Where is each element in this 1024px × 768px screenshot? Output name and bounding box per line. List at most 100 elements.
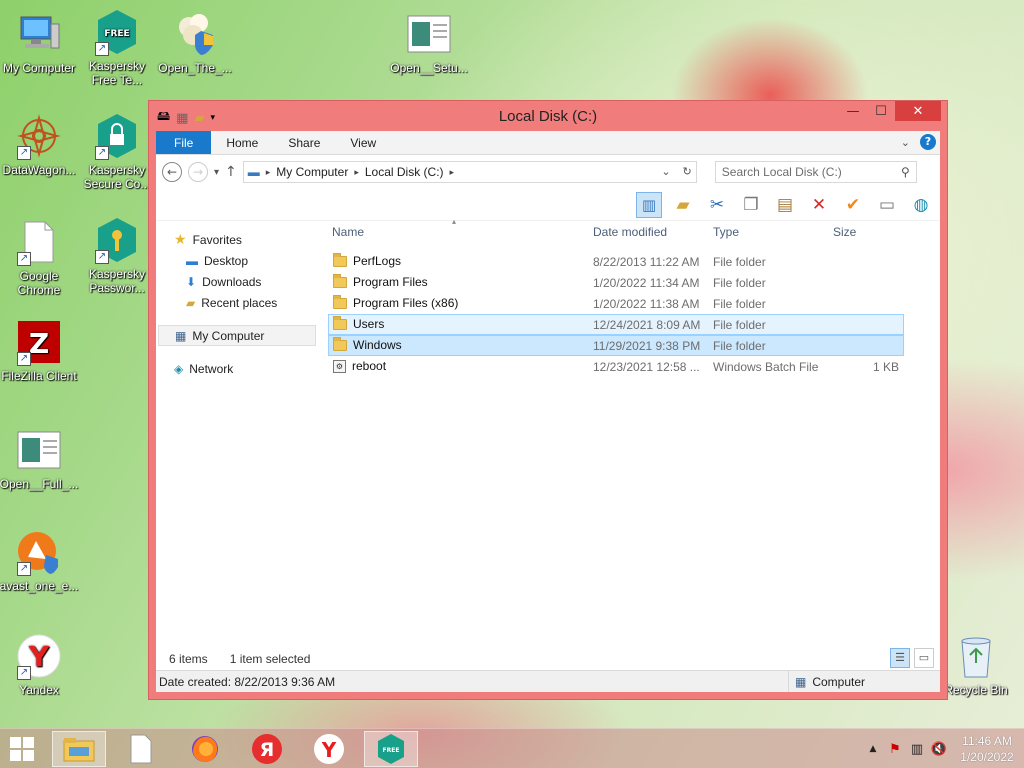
- desktop-icon-label: Open__Setu...: [390, 61, 468, 75]
- tab-share[interactable]: Share: [273, 131, 335, 154]
- file-row-selected[interactable]: Windows 11/29/2021 9:38 PM File folder: [328, 335, 904, 356]
- minimize-button[interactable]: —: [839, 101, 867, 121]
- column-type[interactable]: Type: [713, 225, 739, 239]
- column-headers: ▴ Name Date modified Type Size: [328, 217, 940, 245]
- file-row[interactable]: ⚙ reboot 12/23/2021 12:58 ... Windows Bat…: [328, 356, 904, 377]
- show-hidden-icons-button[interactable]: ▲: [862, 744, 884, 754]
- popcorn-shield-icon: [171, 10, 219, 58]
- paste-button[interactable]: ▤: [772, 192, 798, 218]
- layout-icon: ▥: [641, 195, 657, 214]
- expand-ribbon-icon[interactable]: ⌄: [901, 136, 910, 149]
- desktop-icon-yandex[interactable]: Y ↗ Yandex: [0, 632, 81, 697]
- desktop-icon-open-the[interactable]: Open_The_...: [153, 10, 237, 75]
- file-row[interactable]: Program Files (x86) 1/20/2022 11:38 AM F…: [328, 293, 904, 314]
- tab-file[interactable]: File: [156, 131, 212, 154]
- avast-icon: ↗: [15, 528, 63, 576]
- document-image-icon: [15, 426, 63, 474]
- search-placeholder: Search Local Disk (C:): [721, 165, 842, 179]
- file-row[interactable]: PerfLogs 8/22/2013 11:22 AM File folder: [328, 251, 904, 272]
- taskbar-yandex-browser[interactable]: Я: [240, 731, 294, 767]
- taskbar-firefox[interactable]: [178, 731, 232, 767]
- address-history-icon[interactable]: ⌄: [661, 165, 670, 178]
- taskbar-file-explorer[interactable]: [52, 731, 106, 767]
- kaspersky-vpn-icon: ↗: [93, 112, 141, 160]
- delete-button[interactable]: ✕: [806, 192, 832, 218]
- tab-home[interactable]: Home: [211, 131, 273, 154]
- cut-button[interactable]: ✂: [704, 192, 730, 218]
- taskbar-kaspersky[interactable]: FREE: [364, 731, 418, 767]
- batch-file-icon: ⚙: [333, 359, 346, 373]
- search-input[interactable]: Search Local Disk (C:) ⚲: [714, 161, 917, 183]
- nav-recent-places[interactable]: ▰ Recent places: [156, 292, 326, 313]
- start-button[interactable]: [0, 731, 48, 767]
- help-icon[interactable]: ?: [920, 134, 936, 150]
- nav-my-computer[interactable]: ▦ My Computer: [158, 325, 316, 346]
- forward-button[interactable]: →: [188, 162, 208, 182]
- desktop-icon-open-full[interactable]: Open__Full_...: [0, 426, 81, 491]
- downloads-icon: ⬇: [186, 274, 197, 289]
- select-button[interactable]: ✔: [840, 192, 866, 218]
- nav-network[interactable]: ◈ Network: [156, 358, 326, 379]
- clipboard-icon: ▤: [776, 194, 794, 215]
- column-name[interactable]: Name: [332, 225, 364, 239]
- yandex-icon: Y ↗: [15, 632, 63, 680]
- desktop-icon-open-setup[interactable]: Open__Setu...: [387, 10, 471, 75]
- large-icons-view-button[interactable]: ▭: [914, 648, 934, 668]
- close-button[interactable]: ✕: [895, 101, 941, 121]
- rename-button[interactable]: ▭: [874, 192, 900, 218]
- desktop-icon-avast[interactable]: ↗ avast_one_e...: [0, 528, 81, 593]
- volume-muted-icon[interactable]: 🔇: [928, 742, 950, 757]
- column-date-modified[interactable]: Date modified: [593, 225, 667, 239]
- breadcrumb-my-computer[interactable]: My Computer: [276, 165, 348, 179]
- internet-button[interactable]: ◍: [908, 192, 934, 218]
- desktop-icon-filezilla[interactable]: Z ↗ FileZilla Client: [0, 318, 81, 383]
- address-bar[interactable]: ▬ ▸ My Computer ▸ Local Disk (C:) ▸ ⌄ ↻: [242, 161, 697, 183]
- nav-desktop[interactable]: ▬ Desktop: [156, 250, 326, 271]
- desktop-icon-label: DataWagon...: [2, 163, 76, 177]
- file-date: 1/20/2022 11:38 AM: [593, 297, 700, 311]
- command-toolbar: ▥ ▰ ✂ ❐ ▤ ✕ ✔ ▭ ◍: [156, 189, 940, 221]
- network-icon[interactable]: ▥: [906, 742, 928, 757]
- file-date: 8/22/2013 11:22 AM: [593, 255, 700, 269]
- folder-icon: [333, 336, 347, 351]
- maximize-button[interactable]: ☐: [867, 101, 895, 121]
- desktop-icon-my-computer[interactable]: My Computer: [0, 10, 81, 75]
- desktop-icon-google-chrome[interactable]: ↗ Google Chrome: [0, 218, 81, 297]
- item-count: 6 items: [169, 652, 208, 666]
- details-view-icon: ☰: [895, 652, 905, 664]
- shortcut-arrow-icon: ↗: [95, 42, 109, 56]
- file-date: 12/23/2021 12:58 ...: [593, 360, 700, 374]
- desktop-icon-datawagon[interactable]: ↗ DataWagon...: [0, 112, 81, 177]
- taskbar-yandex[interactable]: Y: [302, 731, 356, 767]
- refresh-icon[interactable]: ↻: [683, 165, 692, 178]
- file-name: reboot: [352, 359, 387, 373]
- action-center-flag-icon[interactable]: ⚑: [884, 742, 906, 757]
- breadcrumb-local-disk[interactable]: Local Disk (C:): [365, 165, 444, 179]
- star-icon: ★: [174, 231, 187, 247]
- taskbar-blank-document[interactable]: [114, 731, 168, 767]
- back-button[interactable]: ←: [162, 162, 182, 182]
- desktop-icon-kaspersky-secure[interactable]: ↗ Kaspersky Secure Co...: [75, 112, 159, 191]
- file-row[interactable]: Users 12/24/2021 8:09 AM File folder: [328, 314, 904, 335]
- svg-text:FREE: FREE: [383, 747, 400, 754]
- nav-downloads[interactable]: ⬇ Downloads: [156, 271, 326, 292]
- recent-locations-icon[interactable]: ▾: [214, 167, 219, 178]
- folder-icon: [333, 273, 347, 288]
- column-size[interactable]: Size: [833, 225, 856, 239]
- file-type: File folder: [713, 318, 766, 332]
- up-button[interactable]: ↑: [225, 164, 237, 180]
- clock[interactable]: 11:46 AM 1/20/2022: [950, 733, 1024, 765]
- details-view-button[interactable]: ☰: [890, 648, 910, 668]
- properties-button[interactable]: ▰: [670, 192, 696, 218]
- file-row[interactable]: Program Files 1/20/2022 11:34 AM File fo…: [328, 272, 904, 293]
- nav-favorites[interactable]: ★ Favorites: [156, 229, 326, 250]
- desktop-icon-kaspersky-free[interactable]: FREE ↗ Kaspersky Free Te...: [75, 8, 159, 87]
- preview-pane-button[interactable]: ▥: [636, 191, 662, 218]
- tab-view[interactable]: View: [335, 131, 391, 154]
- svg-text:FREE: FREE: [104, 29, 129, 39]
- title-bar[interactable]: 🖴 ▦ ▰ ▾ Local Disk (C:) — ☐ ✕: [149, 101, 947, 131]
- copy-button[interactable]: ❐: [738, 192, 764, 218]
- yandex-browser-icon: Я: [252, 734, 282, 764]
- desktop-icon-kaspersky-password[interactable]: ↗ Kaspersky Passwor...: [75, 216, 159, 295]
- shortcut-arrow-icon: ↗: [17, 562, 31, 576]
